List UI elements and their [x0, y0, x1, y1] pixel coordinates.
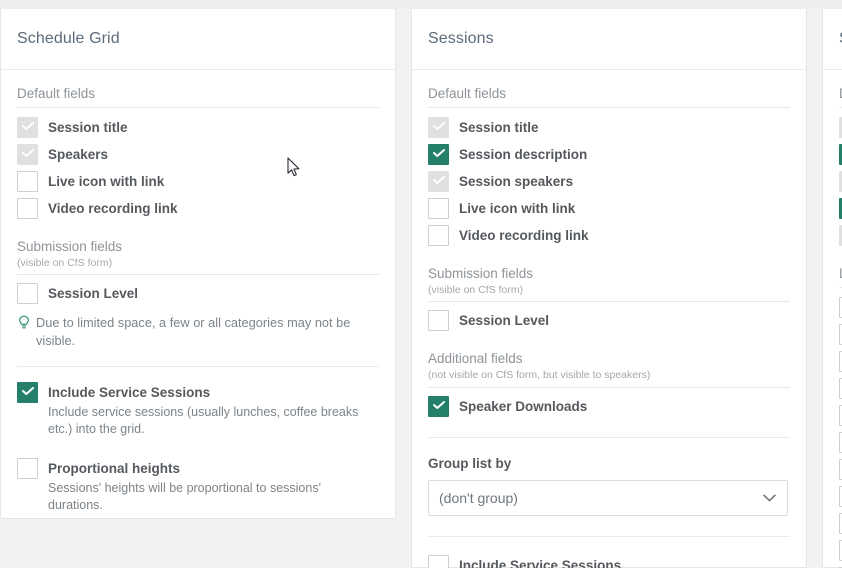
section-label-text: Default fields	[428, 86, 507, 101]
check-icon	[22, 386, 34, 395]
checkbox-session-level[interactable]	[428, 310, 449, 332]
checkbox-live-icon-with-link[interactable]	[17, 170, 38, 192]
check-icon	[433, 121, 445, 130]
option-text-block: Include Service Sessions Include service…	[48, 382, 379, 438]
section-label-text: Additional fields	[428, 351, 523, 367]
panel-title: Schedule Grid	[17, 30, 120, 47]
panel-schedule-grid: Schedule Grid Default fields Session tit…	[0, 9, 396, 519]
checkbox-live-icon-with-link[interactable]	[428, 197, 449, 219]
checkbox-row-speakers[interactable]: Speakers	[17, 143, 379, 165]
check-icon	[22, 148, 34, 157]
group-list-by-label: Group list by	[428, 455, 512, 471]
checkbox-label: Include Service Sessions	[48, 384, 211, 400]
section-label-text: Default fields	[17, 86, 96, 101]
check-icon	[433, 400, 445, 409]
divider	[428, 436, 790, 438]
panel-title: Sessions	[428, 30, 494, 47]
checkbox-label: Include Service Sessions	[459, 557, 622, 568]
tip-text: Due to limited space, a few or all categ…	[36, 315, 351, 348]
checkbox-row-speaker-downloads[interactable]: Speaker Downloads	[428, 395, 790, 417]
checkbox-video-recording-link[interactable]	[428, 224, 449, 246]
panels-container: Schedule Grid Default fields Session tit…	[0, 9, 842, 568]
app-viewport: Schedule Grid Default fields Session tit…	[0, 0, 842, 568]
checkbox-label: Session title	[459, 119, 539, 135]
checkbox-row-session-level[interactable]: Session Level	[17, 283, 379, 305]
checkbox-label: Session title	[48, 119, 128, 135]
checkbox-row-live-icon-with-link[interactable]: Live icon with link	[428, 197, 790, 219]
panel-header-partial: S	[823, 9, 842, 70]
checkbox-label: Speaker Downloads	[459, 398, 588, 414]
section-label-default-fields: Default fields	[428, 86, 790, 108]
section-label-submission-fields: Submission fields (visible on CfS form)	[17, 239, 379, 276]
section-sublabel-text: (visible on CfS form)	[428, 283, 524, 296]
checkbox-row-session-speakers[interactable]: Session speakers	[428, 170, 790, 192]
checkbox-speaker-downloads[interactable]	[428, 395, 449, 417]
divider	[428, 535, 790, 537]
checkbox-label: Video recording link	[48, 200, 178, 216]
checkbox-row-session-level[interactable]: Session Level	[428, 310, 790, 332]
checkbox-label: Session Level	[48, 286, 139, 302]
panel-speakers-partial: S D	[822, 9, 842, 568]
checkbox-include-service-sessions[interactable]	[17, 381, 38, 403]
checkbox-row-session-title[interactable]: Session title	[428, 116, 790, 138]
divider	[17, 365, 379, 367]
checkbox-row-video-recording-link[interactable]: Video recording link	[428, 224, 790, 246]
panel-body-sessions: Default fields Session title Session des…	[412, 70, 806, 568]
checkbox-label: Session description	[459, 146, 588, 162]
section-label-text: Submission fields	[428, 265, 534, 281]
check-icon	[22, 121, 34, 130]
panel-body-partial: D	[823, 70, 842, 568]
section-label-text: Submission fields	[17, 238, 123, 254]
checkbox-speakers	[17, 143, 38, 165]
checkbox-label: Live icon with link	[459, 200, 576, 216]
checkbox-row-video-recording-link[interactable]: Video recording link	[17, 197, 379, 219]
checkbox-label: Video recording link	[459, 227, 589, 243]
section-label-default-fields: Default fields	[17, 86, 379, 108]
panel-body-schedule-grid: Default fields Session title Speakers Li…	[1, 70, 395, 513]
check-icon	[433, 148, 445, 157]
checkbox-row-live-icon-with-link[interactable]: Live icon with link	[17, 170, 379, 192]
checkbox-row-proportional-heights[interactable]: Proportional heights Sessions' heights w…	[17, 457, 379, 514]
panel-header-schedule-grid: Schedule Grid	[1, 9, 395, 70]
checkbox-session-title	[17, 116, 38, 138]
section-label-submission-fields: Submission fields (visible on CfS form)	[428, 266, 790, 303]
option-help-text: Include service sessions (usually lunche…	[48, 404, 359, 436]
panel-header-sessions: Sessions	[412, 9, 806, 70]
group-list-by-value: (don't group)	[439, 489, 518, 506]
checkbox-row-session-title[interactable]: Session title	[17, 116, 379, 138]
checkbox-row-session-description[interactable]: Session description	[428, 143, 790, 165]
checkbox-proportional-heights[interactable]	[17, 457, 38, 479]
tip-note-categories: Due to limited space, a few or all categ…	[17, 314, 357, 349]
checkbox-label: Speakers	[48, 146, 109, 162]
section-sublabel-text: (visible on CfS form)	[17, 256, 113, 269]
group-list-by-select[interactable]: (don't group)	[428, 479, 788, 516]
checkbox-label: Session Level	[459, 313, 550, 329]
chevron-down-icon	[763, 489, 776, 507]
lightbulb-icon	[17, 315, 31, 331]
checkbox-row-include-service-sessions[interactable]: Include Service Sessions	[428, 554, 790, 568]
checkbox-label: Live icon with link	[48, 173, 165, 189]
checkbox-include-service-sessions[interactable]	[428, 554, 449, 568]
checkbox-session-title	[428, 116, 449, 138]
checkbox-label: Session speakers	[459, 173, 574, 189]
checkbox-label: Proportional heights	[48, 460, 181, 476]
top-strip	[0, 0, 842, 9]
checkbox-session-description[interactable]	[428, 143, 449, 165]
section-label-additional-fields: Additional fields (not visible on CfS fo…	[428, 351, 790, 388]
checkbox-session-speakers	[428, 170, 449, 192]
section-sublabel-text: (not visible on CfS form, but visible to…	[428, 369, 651, 382]
panel-sessions: Sessions Default fields Session title Se…	[411, 9, 807, 568]
check-icon	[433, 175, 445, 184]
option-help-text: Sessions' heights will be proportional t…	[48, 480, 321, 512]
checkbox-row-include-service-sessions[interactable]: Include Service Sessions Include service…	[17, 381, 379, 438]
checkbox-session-level[interactable]	[17, 283, 38, 305]
option-text-block: Proportional heights Sessions' heights w…	[48, 458, 379, 514]
checkbox-video-recording-link[interactable]	[17, 197, 38, 219]
